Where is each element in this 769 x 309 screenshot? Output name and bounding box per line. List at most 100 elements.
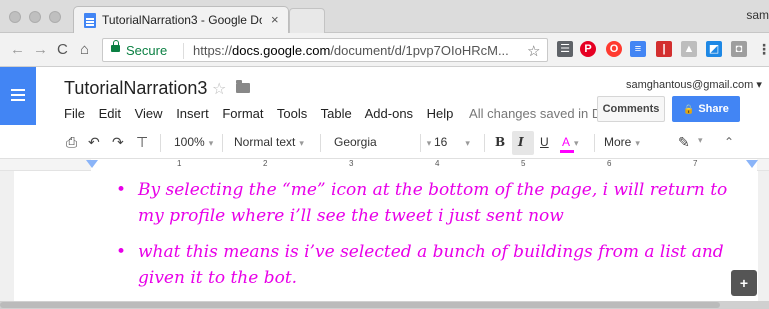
ruler: 1 2 3 4 5 6 7	[0, 159, 769, 171]
comments-button[interactable]: Comments	[597, 96, 665, 122]
ruler-number: 6	[607, 159, 612, 168]
menu-addons[interactable]: Add-ons	[365, 106, 413, 121]
browser-menu-icon[interactable]: ⋮	[757, 41, 769, 58]
ruler-number: 7	[693, 159, 698, 168]
print-icon[interactable]: ⎙	[66, 134, 77, 151]
font-value: Georgia	[334, 135, 377, 149]
size-value: 16	[434, 135, 448, 149]
docs-home-icon[interactable]	[0, 67, 36, 125]
menu-format[interactable]: Format	[222, 106, 263, 121]
ruler-number: 2	[263, 159, 268, 168]
chevron-down-icon: ▾	[299, 138, 304, 148]
ruler-printable-area	[91, 159, 757, 171]
ruler-number: 5	[521, 159, 526, 168]
forward-arrow-icon[interactable]: →	[33, 41, 48, 58]
collapse-menus-icon[interactable]: ⌃	[724, 135, 734, 149]
right-indent-marker[interactable]	[746, 160, 758, 168]
docs-menubar: File Edit View Insert Format Tools Table…	[64, 106, 626, 121]
share-lock-icon: 🔒	[683, 104, 695, 114]
toolbar-divider	[160, 134, 161, 152]
more-button[interactable]: More ▾	[604, 135, 640, 149]
redo-icon[interactable]: ↷	[112, 134, 124, 151]
add-comment-icon[interactable]: +	[731, 270, 757, 296]
move-to-folder-icon[interactable]	[236, 80, 250, 93]
toolbar-divider	[320, 134, 321, 152]
menu-tools[interactable]: Tools	[277, 106, 307, 121]
paragraph-style-select[interactable]: Normal text ▾	[234, 135, 304, 149]
chevron-down-icon: ▾	[426, 138, 432, 148]
home-icon[interactable]: ⌂	[80, 41, 89, 58]
share-label: Share	[698, 103, 729, 115]
chevron-down-icon: ▾	[635, 138, 640, 148]
chevron-down-icon[interactable]: ▾	[698, 135, 703, 146]
menu-edit[interactable]: Edit	[99, 106, 121, 121]
scrollbar-thumb[interactable]	[0, 302, 720, 308]
docs-ext-icon[interactable]: ≡	[630, 41, 646, 57]
menu-table[interactable]: Table	[321, 106, 352, 121]
profile-name[interactable]: sam	[746, 8, 769, 22]
style-value: Normal text	[234, 135, 296, 149]
ruler-number: 1	[177, 159, 182, 168]
share-button[interactable]: 🔒 Share	[672, 96, 740, 122]
bold-button[interactable]: B	[495, 135, 505, 149]
text-color-button[interactable]: A ▾	[562, 135, 579, 149]
undo-icon[interactable]: ↶	[88, 134, 100, 151]
account-email[interactable]: samghantous@gmail.com ▾	[626, 78, 762, 91]
chevron-down-icon: ▾	[465, 138, 470, 148]
horizontal-scrollbar[interactable]	[0, 301, 769, 309]
opera-icon[interactable]: O	[606, 41, 622, 57]
trello-icon[interactable]: |	[656, 41, 672, 57]
bookmark-star-icon[interactable]: ☆	[527, 42, 540, 60]
omnibox-divider	[183, 43, 184, 59]
chevron-down-icon: ▾	[574, 138, 579, 148]
star-document-icon[interactable]: ☆	[212, 79, 226, 99]
window-minimize-button[interactable]	[29, 11, 41, 23]
window-close-button[interactable]	[9, 11, 21, 23]
toolbar-divider	[594, 134, 595, 152]
photos-icon[interactable]: ◩	[706, 41, 722, 57]
left-indent-marker[interactable]	[86, 160, 98, 168]
docs-header: TutorialNarration3 ☆ File Edit View Inse…	[0, 67, 769, 127]
browser-tab-active[interactable]: TutorialNarration3 - Google Do ×	[73, 6, 289, 33]
url-text: https://docs.google.com/document/d/1pvp7…	[193, 43, 513, 58]
window-zoom-button[interactable]	[49, 11, 61, 23]
browser-toolbar: ← → C ⌂ Secure https://docs.google.com/d…	[0, 33, 769, 67]
font-size-select[interactable]: 16 ▾	[434, 135, 470, 149]
url-scheme: https://	[193, 43, 233, 58]
menu-file[interactable]: File	[64, 106, 85, 121]
secure-label: Secure	[126, 43, 168, 58]
formatting-toolbar: ⎙ ↶ ↷ ⊤ 100% ▾ Normal text ▾ Georgia ▾ 16 ▾ …	[0, 127, 769, 159]
zoom-select[interactable]: 100% ▾	[174, 135, 213, 149]
back-arrow-icon[interactable]: ←	[10, 41, 25, 58]
camera-icon[interactable]: ◘	[731, 41, 747, 57]
paint-format-icon[interactable]: ⊤	[136, 134, 148, 151]
menu-help[interactable]: Help	[427, 106, 454, 121]
chevron-down-icon: ▾	[208, 138, 214, 148]
save-status[interactable]: All changes saved in Dr...	[469, 106, 616, 121]
reload-icon[interactable]: C	[57, 41, 68, 58]
editing-mode-pencil-icon[interactable]: ✎	[678, 134, 690, 151]
pinterest-icon[interactable]: P	[580, 41, 596, 57]
text-color-swatch	[560, 150, 574, 153]
menu-insert[interactable]: Insert	[176, 106, 209, 121]
reader-icon[interactable]: ☰	[557, 41, 573, 57]
google-docs-favicon-icon	[84, 13, 96, 28]
bullet-item[interactable]: By selecting the “me” icon at the bottom…	[116, 177, 736, 229]
toolbar-divider	[484, 134, 485, 152]
tab-close-icon[interactable]: ×	[271, 12, 279, 27]
font-select[interactable]: Georgia ▾	[334, 135, 431, 149]
address-bar[interactable]: Secure https://docs.google.com/document/…	[102, 38, 548, 62]
url-host: docs.google.com	[232, 43, 331, 58]
browser-tabstrip: TutorialNarration3 - Google Do × sam	[0, 0, 769, 33]
underline-button[interactable]: U	[540, 135, 549, 149]
toolbar-divider	[420, 134, 421, 152]
tab-title: TutorialNarration3 - Google Do	[102, 13, 262, 27]
new-tab-button[interactable]	[289, 8, 325, 33]
zoom-value: 100%	[174, 135, 205, 149]
italic-button[interactable]: I	[518, 135, 524, 149]
more-label: More	[604, 135, 632, 149]
bullet-item[interactable]: what this means is i’ve selected a bunch…	[116, 239, 736, 291]
menu-view[interactable]: View	[135, 106, 163, 121]
document-title[interactable]: TutorialNarration3	[64, 78, 207, 99]
drive-icon[interactable]: ▲	[681, 41, 697, 57]
